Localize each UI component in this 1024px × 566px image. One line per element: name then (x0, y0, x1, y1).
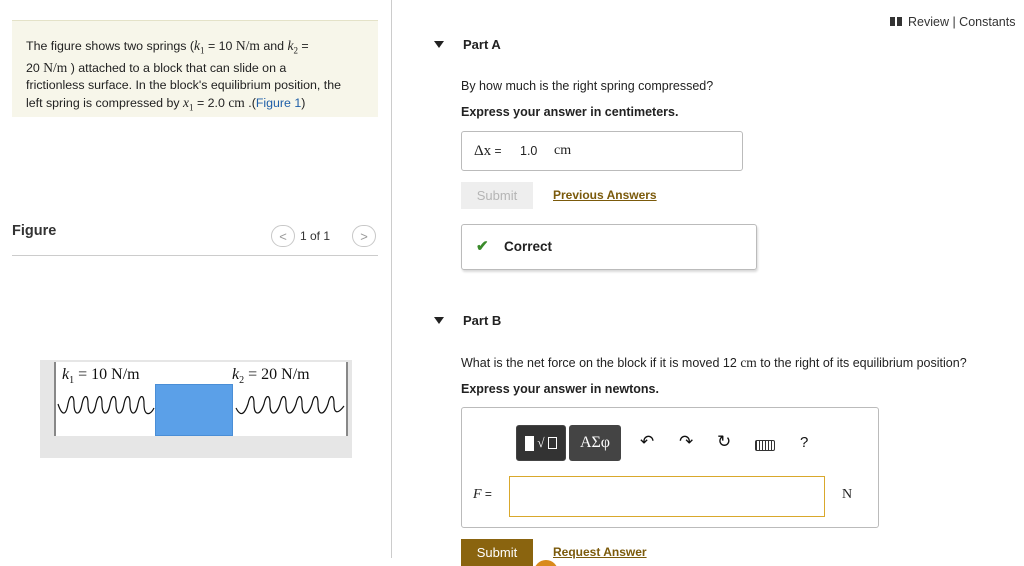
answer-label: Δx = (474, 143, 502, 160)
equals-sign: = (491, 144, 502, 158)
request-answer-link[interactable]: Request Answer (553, 545, 647, 559)
collapse-part-a-icon[interactable] (434, 41, 444, 48)
review-constants-label: Review | Constants (908, 15, 1016, 29)
k2-label-value: = 20 N/m (244, 366, 310, 383)
undo-icon[interactable]: ↶ (640, 432, 654, 452)
unit-text: N/m (43, 60, 68, 76)
part-b-instruction: Express your answer in newtons. (461, 382, 659, 396)
k2-label: k2 = 20 N/m (232, 366, 310, 386)
figure-next-button[interactable]: > (352, 225, 376, 247)
k1-label-value: = 10 N/m (74, 366, 140, 383)
status-indicator (534, 560, 558, 566)
figure-divider (12, 255, 378, 256)
part-a-answer-box: Δx = 1.0 cm (461, 131, 743, 171)
template-block-icon (525, 435, 535, 451)
collapse-part-b-icon[interactable] (434, 317, 444, 324)
equals-sign: = (481, 487, 492, 501)
part-a-title[interactable]: Part A (463, 37, 501, 52)
problem-text: The figure shows two springs ( (26, 39, 195, 53)
problem-text: 20 (26, 61, 44, 76)
chevron-left-icon: < (279, 228, 287, 244)
chevron-right-icon: > (360, 228, 368, 244)
part-b-submit-button[interactable]: Submit (461, 539, 533, 566)
template-box-icon (547, 437, 557, 449)
figure-prev-button[interactable]: < (271, 225, 295, 247)
figure-counter: 1 of 1 (300, 229, 331, 243)
force-symbol: F (473, 487, 482, 502)
sliding-block (155, 384, 233, 436)
problem-text: frictionless surface. In the block's equ… (26, 78, 342, 93)
checkmark-icon: ✔ (476, 238, 489, 255)
unit-text: N/m (235, 38, 260, 53)
force-unit: N (842, 487, 853, 502)
sqrt-icon: √ (537, 435, 545, 450)
question-unit: cm (740, 355, 757, 370)
unit-text: cm (228, 95, 245, 111)
figure-link[interactable]: Figure 1 (256, 96, 301, 110)
answer-unit: cm (554, 143, 572, 158)
column-divider (391, 0, 392, 558)
problem-text: and (259, 39, 288, 53)
part-a-instruction: Express your answer in centimeters. (461, 105, 679, 119)
problem-text: = (297, 39, 309, 53)
k1-label: k1 = 10 N/m (62, 366, 140, 386)
delta-x-symbol: Δx (474, 143, 492, 159)
question-text: to the right of its equilibrium position… (756, 356, 967, 370)
templates-button[interactable]: √ (516, 425, 566, 461)
answer-value: 1.0 (520, 144, 538, 158)
book-icon (890, 17, 902, 26)
problem-text: ) attached to a block that can slide on … (67, 61, 287, 76)
problem-panel: The figure shows two springs ( k1 = 10 N/… (0, 0, 392, 566)
reset-icon[interactable]: ↻ (717, 432, 731, 452)
force-answer-input[interactable] (509, 476, 825, 517)
left-spring-icon (57, 396, 155, 415)
part-a-feedback: ✔ Correct (461, 224, 757, 270)
problem-text: = 10 (204, 39, 236, 53)
redo-icon[interactable]: ↷ (679, 432, 693, 452)
part-a-submit-button[interactable]: Submit (461, 182, 533, 209)
problem-text: = 2.0 (193, 96, 229, 111)
force-label: F = (473, 487, 492, 503)
right-spring-icon (235, 396, 345, 415)
part-a-question: By how much is the right spring compress… (461, 79, 714, 93)
question-text: What is the net force on the block if it… (461, 356, 741, 370)
previous-answers-link[interactable]: Previous Answers (553, 188, 657, 202)
greek-symbols-button[interactable]: ΑΣφ (569, 425, 621, 461)
problem-text: .( (244, 96, 256, 111)
help-button[interactable]: ? (800, 434, 808, 451)
problem-text: ) (301, 96, 306, 111)
problem-statement: The figure shows two springs (k1 = 10 N/… (12, 20, 378, 117)
part-b-title[interactable]: Part B (463, 313, 501, 328)
keyboard-icon[interactable] (755, 440, 775, 451)
review-constants-link[interactable]: Review | Constants (890, 15, 1015, 29)
feedback-label: Correct (504, 239, 553, 254)
part-b-question: What is the net force on the block if it… (461, 355, 967, 371)
problem-text: left spring is compressed by (26, 96, 184, 111)
figure-title: Figure (12, 223, 57, 239)
